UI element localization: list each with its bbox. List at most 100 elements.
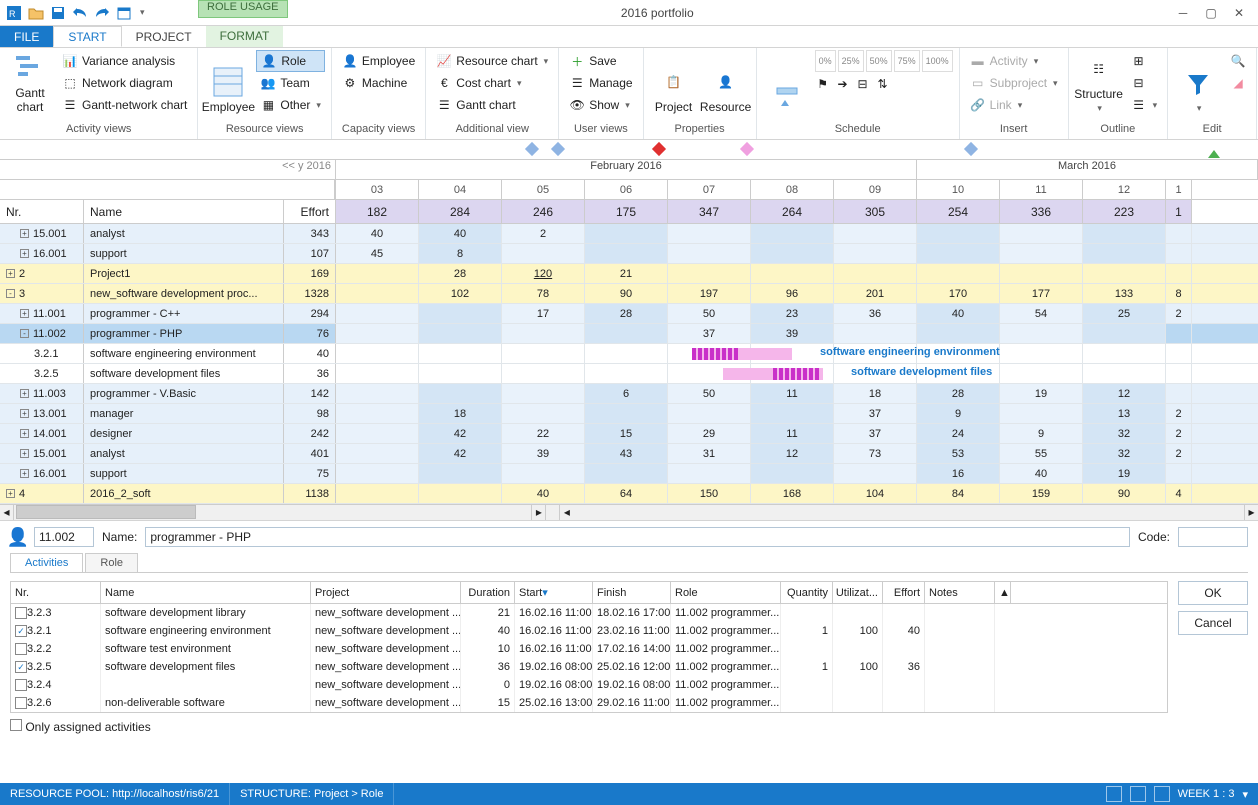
redo-icon[interactable] [94, 5, 110, 21]
variance-analysis-button[interactable]: 📊Variance analysis [58, 50, 191, 72]
activity-row[interactable]: ✓ 3.2.5software development filesnew_sof… [11, 658, 1167, 676]
gantt-chart-button[interactable]: Gantt chart [6, 50, 54, 116]
find-button[interactable]: 🔍 [1226, 50, 1250, 72]
status-icon-1[interactable] [1106, 786, 1122, 802]
pct-0[interactable]: 0% [815, 50, 836, 72]
act-col-header[interactable]: Start ▾ [515, 582, 593, 603]
eraser-button[interactable]: ◢ [1226, 72, 1250, 94]
detail-name-field[interactable]: programmer - PHP [145, 527, 1130, 547]
grid-row[interactable]: 3.2.1software engineering environment40s… [0, 344, 1258, 364]
expander[interactable]: - [20, 329, 29, 338]
expander[interactable]: + [6, 489, 15, 498]
activity-row[interactable]: 3.2.4new_software development ...019.02.… [11, 676, 1167, 694]
grid-row[interactable]: +13.001manager9818379132 [0, 404, 1258, 424]
cancel-button[interactable]: Cancel [1178, 611, 1248, 635]
grid-row[interactable]: +15.001analyst34340402 [0, 224, 1258, 244]
row-checkbox[interactable] [15, 679, 27, 691]
outline-level-button[interactable]: ☰▾ [1127, 94, 1162, 116]
status-dropdown-icon[interactable]: ▾ [1242, 788, 1248, 801]
role-button[interactable]: 👤Role [256, 50, 325, 72]
pct-100[interactable]: 100% [922, 50, 953, 72]
tab-file[interactable]: FILE [0, 26, 53, 47]
calendar-icon[interactable] [116, 5, 132, 21]
save-icon[interactable] [50, 5, 66, 21]
expander[interactable]: + [20, 309, 29, 318]
detail-tab-role[interactable]: Role [85, 553, 138, 572]
detail-code-field[interactable]: 11.002 [34, 527, 94, 547]
only-assigned-checkbox[interactable] [10, 719, 22, 731]
expander[interactable]: + [20, 449, 29, 458]
grid-row[interactable]: +16.001support75164019 [0, 464, 1258, 484]
expander[interactable]: + [20, 389, 29, 398]
team-button[interactable]: 👥Team [256, 72, 325, 94]
row-checkbox[interactable] [15, 607, 27, 619]
show-view-button[interactable]: 👁Show▾ [565, 94, 636, 116]
flag-icon[interactable]: ⚑ [815, 76, 831, 92]
grid-row[interactable]: +14.001designer242422215291137249322 [0, 424, 1258, 444]
open-icon[interactable] [28, 5, 44, 21]
col-name[interactable]: Name [84, 200, 284, 223]
ok-button[interactable]: OK [1178, 581, 1248, 605]
act-col-header[interactable]: Role [671, 582, 781, 603]
grid-row[interactable]: +11.003programmer - V.Basic1426501118281… [0, 384, 1258, 404]
grid-row[interactable]: 3.2.5software development files36softwar… [0, 364, 1258, 384]
other-button[interactable]: ▦Other▾ [256, 94, 325, 116]
grid-row[interactable]: +2Project11692812021 [0, 264, 1258, 284]
status-icon-2[interactable] [1130, 786, 1146, 802]
outline-collapse-button[interactable]: ⊟ [1127, 72, 1162, 94]
grid-row[interactable]: +42016_2_soft1138406415016810484159904 [0, 484, 1258, 504]
maximize-button[interactable]: ▢ [1198, 3, 1224, 23]
outline-expand-button[interactable]: ⊞ [1127, 50, 1162, 72]
row-checkbox[interactable]: ✓ [15, 625, 27, 637]
capacity-machine-button[interactable]: ⚙Machine [338, 72, 419, 94]
act-col-header[interactable]: Name [101, 582, 311, 603]
capacity-employee-button[interactable]: 👤Employee [338, 50, 419, 72]
structure-button[interactable]: ☷Structure▾ [1075, 50, 1123, 116]
detail-code2-field[interactable] [1178, 527, 1248, 547]
activity-row[interactable]: ✓ 3.2.1software engineering environmentn… [11, 622, 1167, 640]
resource-chart-button[interactable]: 📈Resource chart▾ [432, 50, 552, 72]
grid-row[interactable]: -11.002programmer - PHP763739 [0, 324, 1258, 344]
network-diagram-button[interactable]: ⬚Network diagram [58, 72, 191, 94]
gantt-chart-small-button[interactable]: ☰Gantt chart [432, 94, 552, 116]
arrow-icon[interactable]: ➔ [835, 76, 851, 92]
activity-row[interactable]: 3.2.6non-deliverable softwarenew_softwar… [11, 694, 1167, 712]
activity-row[interactable]: 3.2.3software development librarynew_sof… [11, 604, 1167, 622]
expander[interactable]: + [20, 469, 29, 478]
act-col-header[interactable]: Quantity [781, 582, 833, 603]
expander[interactable]: + [20, 429, 29, 438]
timeline-nav-prev[interactable]: << y 2016 [0, 160, 336, 179]
gantt-network-chart-button[interactable]: ☰Gantt-network chart [58, 94, 191, 116]
expander[interactable]: + [20, 409, 29, 418]
act-col-header[interactable]: Effort [883, 582, 925, 603]
col-effort[interactable]: Effort [284, 200, 336, 223]
grid-row[interactable]: +16.001support107458 [0, 244, 1258, 264]
expander[interactable]: + [20, 249, 29, 258]
grid-row[interactable]: +15.001analyst4014239433112735355322 [0, 444, 1258, 464]
manage-view-button[interactable]: ☰Manage [565, 72, 636, 94]
h-scrollbar-left[interactable]: ◂ ▸ ◂ ▸ [0, 504, 1258, 520]
tab-start[interactable]: START [53, 26, 121, 47]
expander[interactable]: + [20, 229, 29, 238]
detail-tab-activities[interactable]: Activities [10, 553, 83, 572]
col-nr[interactable]: Nr. [0, 200, 84, 223]
lock-icon[interactable]: ⇅ [875, 76, 891, 92]
pct-50[interactable]: 50% [866, 50, 892, 72]
grid-row[interactable]: +11.001programmer - C++29417285023364054… [0, 304, 1258, 324]
minimize-button[interactable]: ─ [1170, 3, 1196, 23]
pct-75[interactable]: 75% [894, 50, 920, 72]
tab-format[interactable]: FORMAT [206, 26, 284, 47]
expander[interactable]: - [6, 289, 15, 298]
resource-properties-button[interactable]: 👤Resource [702, 50, 750, 116]
act-scroll-up[interactable]: ▲ [995, 582, 1011, 603]
act-col-header[interactable]: Nr. [11, 582, 101, 603]
row-checkbox[interactable] [15, 643, 27, 655]
split-icon[interactable]: ⊟ [855, 76, 871, 92]
row-checkbox[interactable] [15, 697, 27, 709]
save-view-button[interactable]: ＋Save [565, 50, 636, 72]
act-col-header[interactable]: Duration [461, 582, 515, 603]
act-col-header[interactable]: Project [311, 582, 461, 603]
filter-button[interactable]: ▾ [1174, 50, 1222, 116]
tab-project[interactable]: PROJECT [122, 26, 206, 47]
act-col-header[interactable]: Notes [925, 582, 995, 603]
